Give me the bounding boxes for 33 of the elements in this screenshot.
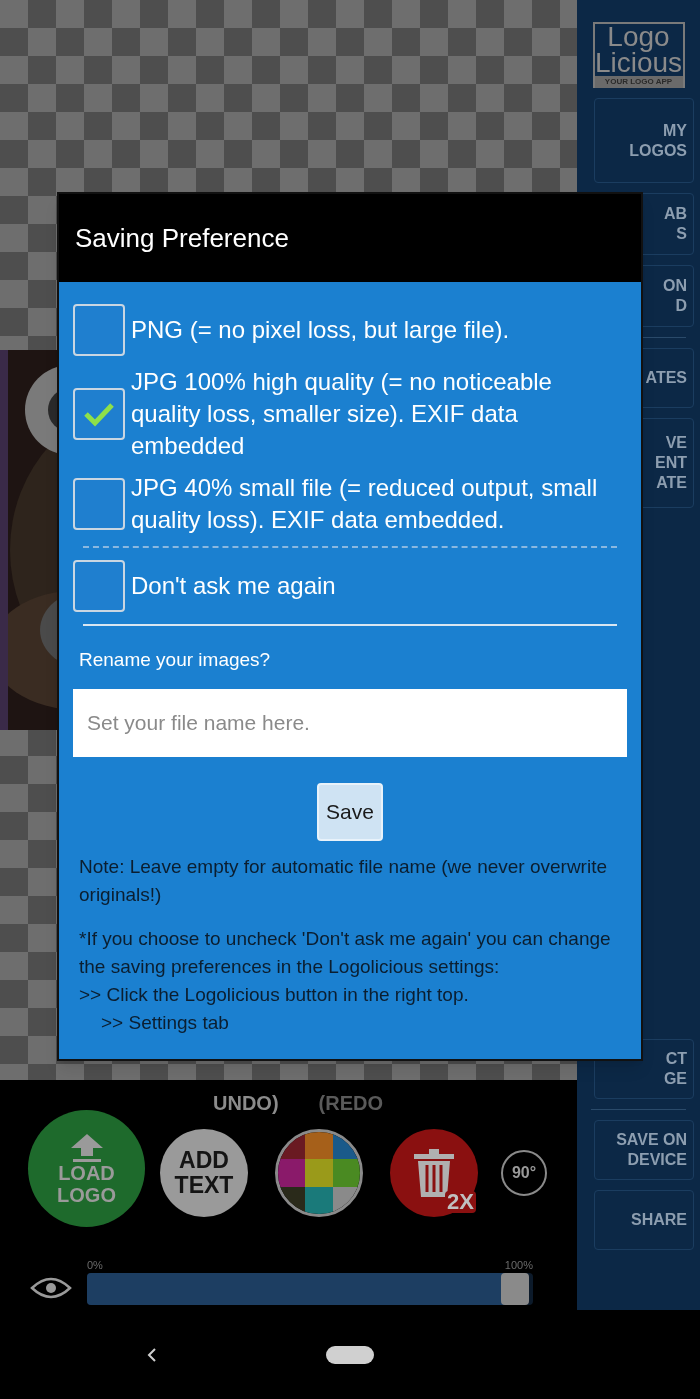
save-button[interactable]: Save [317, 782, 383, 841]
option-label: Don't ask me again [131, 571, 336, 601]
undo-button[interactable]: UNDO) [213, 1092, 279, 1114]
sidebar-button[interactable]: SHARE [594, 1190, 694, 1250]
dialog-title: Saving Preference [75, 221, 289, 255]
multiplier-label: 2X [445, 1191, 476, 1213]
info-text: *If you choose to uncheck 'Don't ask me again' you can change the saving preferences in the Logolicious settings: [79, 926, 612, 979]
info-text: >> Click the Logolicious button in the right top. [79, 982, 470, 1007]
back-icon [147, 1346, 157, 1363]
checkbox[interactable] [73, 304, 125, 356]
checkbox[interactable] [73, 478, 125, 530]
checkbox[interactable] [73, 560, 125, 612]
delete-button[interactable]: 2X [390, 1129, 478, 1217]
checkbox[interactable] [73, 388, 125, 440]
home-button[interactable] [326, 1345, 374, 1364]
option-label: PNG (= no pixel loss, but large file). [131, 315, 510, 345]
slider-thumb[interactable] [501, 1273, 530, 1305]
note-text: Note: Leave empty for automatic file name (we never overwrite originals!) [78, 854, 608, 907]
check-icon [83, 401, 115, 427]
max-label: 100% [504, 1260, 533, 1271]
info-text: >> Settings tab [100, 1010, 230, 1035]
color-palette-button[interactable] [275, 1129, 363, 1217]
rotate-button[interactable]: 90° [501, 1150, 547, 1196]
min-label: 0% [87, 1260, 103, 1271]
filename-field[interactable]: Set your file name here. [73, 688, 627, 757]
app-logo[interactable]: Logo Licious YOUR LOGO APP [592, 22, 685, 88]
eye-icon [30, 1276, 72, 1300]
add-text-button[interactable]: ADD TEXT [160, 1129, 248, 1217]
redo-button[interactable]: (REDO [318, 1092, 383, 1114]
sidebar-button[interactable]: SAVE ON DEVICE [594, 1120, 694, 1180]
sidebar-button[interactable]: MY LOGOS [594, 98, 694, 183]
option-label: JPG 100% high quality (= no noticeable quality loss, smaller size). EXIF data embedded [131, 367, 553, 461]
rename-label: Rename your images? [78, 648, 272, 672]
